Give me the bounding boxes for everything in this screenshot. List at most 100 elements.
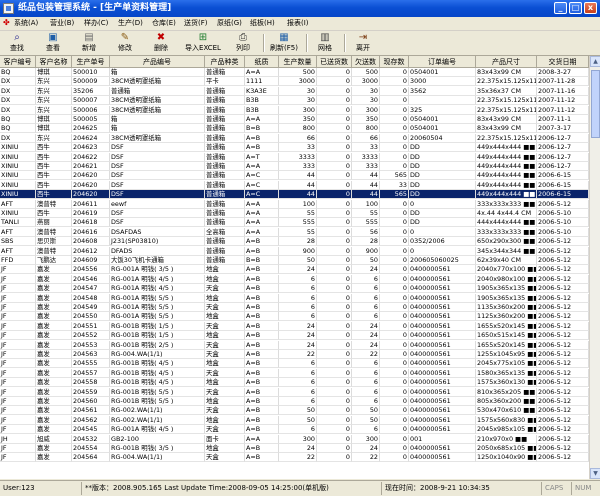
exit-button[interactable]: ⇥ 离开: [348, 32, 378, 54]
import-excel-button[interactable]: ⊞ 导入EXCEL: [182, 32, 224, 54]
vertical-scrollbar[interactable]: ▲ ▼: [589, 56, 600, 479]
edit-button[interactable]: ✎ 修改: [110, 32, 140, 54]
table-row[interactable]: DX 东兴 500007 38CM透明罩纸箱 普通箱 B3B 30 0 30 0 22.375x15…: [0, 96, 589, 106]
cell-produce-qty: 100: [279, 199, 317, 209]
table-row[interactable]: BQ 博琪 500005 箱普通箱 A=A 350 0 350 0 0504001 83x43x99…: [0, 115, 589, 124]
close-button[interactable]: x: [584, 2, 597, 14]
table-row[interactable]: XINIU 西牛 204622 DSF 普通箱 A=T 3333 0 3333 0 DD 449x44…: [0, 152, 589, 162]
column-header-delivered-qty[interactable]: 已送货数: [317, 56, 352, 68]
table-row[interactable]: JF 嘉发 204553 RG-001B 明钱( 2/5 ) 天盒 A=B 24 0 24 0 04…: [0, 340, 589, 350]
menu-cardboard[interactable]: 纸板(H): [250, 18, 275, 29]
cell-customer-name: 东兴: [36, 96, 72, 106]
table-row[interactable]: JF 嘉发 204555 RG-001B 明钱( 4/5 ) 地盒 A=B 6 0 6 0 0400…: [0, 359, 589, 369]
exit-button-label: 离开: [356, 44, 370, 52]
cell-paper-grade: A=B: [245, 359, 279, 369]
table-row[interactable]: JF 嘉发 204545 RG-001A 明钱( 4/5 ) 天盒 A=B 6 0 6 0 0400…: [0, 425, 589, 435]
table-row[interactable]: JF 嘉发 204548 RG-001A 明钱( 5/5 ) 地盒 A=B 6 0 6 0 0400…: [0, 293, 589, 303]
table-row[interactable]: SBS 思贝斯 204608 J231(SP03810) 普通箱 A=B 28 0 28 0 035…: [0, 237, 589, 247]
title-bar[interactable]: 纸品包装管理系统 - [生产单资料管理] _ □ x: [0, 0, 600, 17]
cell-order-no: 204546: [72, 274, 110, 284]
menu-sales[interactable]: 营业(B): [50, 18, 74, 29]
menu-delivery[interactable]: 送货(F): [184, 18, 208, 29]
maximize-button[interactable]: □: [569, 2, 582, 14]
table-row[interactable]: JH 旭威 204532 GB2-100 面卡 A=A 300 0 300 0 001 210x970…: [0, 434, 589, 444]
table-row[interactable]: JF 嘉发 204557 RG-001B 明钱( 4/5 ) 天盒 A=B 6 0 6 0 0400…: [0, 368, 589, 378]
table-row[interactable]: JF 嘉发 204562 RG-002.WA(1/1) 地盒 A=B 50 0 50 0 04000…: [0, 415, 589, 425]
column-header-owed-qty[interactable]: 欠送数: [352, 56, 380, 68]
cell-stock-qty: 0: [380, 256, 409, 265]
menu-production[interactable]: 生产(D): [118, 18, 143, 29]
minimize-button[interactable]: _: [554, 2, 567, 14]
column-header-product-type[interactable]: 产品种类: [205, 56, 245, 68]
table-row[interactable]: TANLI 燕丽 204618 DSF 普通箱 A=A 555 0 555 0 DD 444x444x…: [0, 218, 589, 228]
table-row[interactable]: XINIU 西牛 204623 DSF 普通箱 A=B 33 0 33 0 DD 449x444x44…: [0, 143, 589, 153]
column-header-produce-qty[interactable]: 生产数量: [279, 56, 317, 68]
menu-system[interactable]: 系统(A): [14, 18, 38, 29]
cell-delivery-date: 2006-5-12: [537, 284, 589, 294]
scroll-thumb[interactable]: [591, 70, 600, 138]
table-row[interactable]: AFT 澳普特 204616 DSAFDAS 全高箱 A=A 55 0 56 0 0 333x333x…: [0, 227, 589, 237]
production-order-table[interactable]: 客户编号 客户名称 生产单号 产品编号 产品种类 纸质 生产数量 已送货数 欠送数 现存数 订单编号…: [0, 56, 589, 479]
column-header-product-code[interactable]: 产品编号: [110, 56, 205, 68]
table-row[interactable]: DX 东兴 204624 38CM透明罩纸箱 普通箱 A=B 66 0 66 0 20060504 2…: [0, 133, 589, 143]
table-row[interactable]: JF 嘉发 204558 RG-001B 明钱( 4/5 ) 地盒 A=B 6 0 6 0 0400…: [0, 378, 589, 388]
find-button[interactable]: ⌕ 查找: [2, 32, 32, 54]
table-row[interactable]: XINIU 西牛 204619 DSF 普通箱 A=A 55 0 55 0 DD 4x.44 4x44…: [0, 209, 589, 218]
table-row[interactable]: JF 嘉发 204551 RG-001B 明钱( 1/5 ) 天盒 A=B 24 0 24 0 04…: [0, 321, 589, 331]
table-row[interactable]: AFT 澳普特 204612 DFADS 普通箱 A=B 900 0 900 0 0 345x344x…: [0, 246, 589, 256]
column-header-product-size[interactable]: 产品尺寸: [476, 56, 537, 68]
table-row[interactable]: DX 东兴 35206 普通箱 普通箱 K3A3E 30 0 30 0 3562 35x36x37 C…: [0, 86, 589, 96]
table-row[interactable]: XINIU 西牛 204620 DSF 普通箱 A=C 44 0 44 565 DD 449x444x…: [0, 171, 589, 181]
table-row[interactable]: JF 嘉发 204546 RG-001A 明钱( 4/5 ) 地盒 A=B 6 0 6 0 0400…: [0, 274, 589, 284]
table-row[interactable]: JF 嘉发 204563 RG-004.WA(1/1) 天盒 A=B 22 0 22 0 04000…: [0, 350, 589, 359]
column-header-customer-name[interactable]: 客户名称: [36, 56, 72, 68]
cell-customer-name: 西牛: [36, 143, 72, 153]
table-row[interactable]: DX 东兴 500006 38CM透明罩纸箱 普通箱 B3B 300 0 300 0 325 22.3…: [0, 105, 589, 115]
column-header-paper-grade[interactable]: 纸质: [245, 56, 279, 68]
table-row-selected[interactable]: XINIU 西牛 204620 DSF 普通箱 A=C 44 0 44 565 DD 449x444x…: [0, 190, 589, 200]
menu-reports[interactable]: 报表(I): [287, 18, 309, 29]
system-menu-icon[interactable]: ✤: [3, 19, 11, 27]
table-row[interactable]: BQ 博琪 204625 箱普通箱 B=B 800 0 800 0 0504001 83x43x99…: [0, 124, 589, 134]
delete-button[interactable]: ✖ 删除: [146, 32, 176, 54]
table-row[interactable]: JF 嘉发 204554 RG-001B 明钱( 3/5 ) 地盒 A=B 24 0 24 0 04…: [0, 444, 589, 453]
scroll-up-icon[interactable]: ▲: [590, 56, 600, 67]
menu-base-paper[interactable]: 原纸(G): [217, 18, 242, 29]
table-row[interactable]: JF 嘉发 204549 RG-001A 明钱( 5/5 ) 天盒 A=B 6 0 6 0 0400…: [0, 303, 589, 312]
table-row[interactable]: JF 嘉发 204547 RG-001A 明钱( 4/5 ) 天盒 A=B 6 0 6 0 0400…: [0, 284, 589, 294]
cell-product-code: RG-004.WA(1/1): [110, 453, 205, 463]
column-header-order-no[interactable]: 生产单号: [72, 56, 110, 68]
column-header-delivery-date[interactable]: 交货日期: [537, 56, 589, 68]
table-row[interactable]: JF 嘉发 204556 RG-001A 明钱( 3/5 ) 地盒 A=B 24 0 24 0 04…: [0, 265, 589, 275]
add-button[interactable]: ▤ 新增: [74, 32, 104, 54]
table-row[interactable]: JF 嘉发 204552 RG-001B 明钱( 1/5 ) 地盒 A=B 24 0 24 0 04…: [0, 331, 589, 341]
table-row[interactable]: DX 东兴 500009 38CM透明罩纸箱 平卡 1111 3000 0 3000 0 3000 2…: [0, 77, 589, 87]
menu-warehouse[interactable]: 仓库(E): [152, 18, 176, 29]
table-row[interactable]: FFD 飞鹏达 204609 大饭30飞机卡通箱 普通箱 B=B 50 0 50 0 2006050…: [0, 256, 589, 265]
table-row[interactable]: AFT 澳普特 204611 eewf 普通箱 A=A 100 0 100 0 0 333x333x3…: [0, 199, 589, 209]
cell-produce-qty: 24: [279, 265, 317, 275]
column-header-stock-qty[interactable]: 现存数: [380, 56, 409, 68]
cell-product-type: 地盒: [205, 331, 245, 341]
grid-button[interactable]: ▥ 网格: [310, 32, 340, 54]
scroll-down-icon[interactable]: ▼: [590, 468, 600, 479]
table-row[interactable]: JF 嘉发 204550 RG-001A 明钱( 5/5 ) 地盒 A=B 6 0 6 0 0400…: [0, 312, 589, 322]
refresh-button[interactable]: ▦ 刷新(F5): [266, 32, 302, 54]
table-row[interactable]: XINIU 西牛 204621 DSF 普通箱 A=A 333 0 333 0 DD 449x444x…: [0, 162, 589, 171]
cell-paper-grade: A=A: [245, 218, 279, 228]
menu-sample[interactable]: 样办(C): [84, 18, 108, 29]
cell-customer-name: 嘉发: [36, 312, 72, 322]
cell-customer-name: 嘉发: [36, 303, 72, 312]
table-row[interactable]: JF 嘉发 204561 RG-002.WA(1/1) 天盒 A=B 50 0 50 0 04000…: [0, 406, 589, 416]
view-button[interactable]: ▣ 查看: [38, 32, 68, 54]
table-row[interactable]: JF 嘉发 204564 RG-004.WA(1/1) 天盒 A=B 22 0 22 0 04000…: [0, 453, 589, 463]
print-button[interactable]: ⎙ 列印: [228, 32, 258, 54]
cell-delivery-date: 2006-5-12: [537, 444, 589, 453]
column-header-customer-code[interactable]: 客户编号: [0, 56, 36, 68]
table-row[interactable]: BQ 博琪 500010 箱普通箱 A=A 500 0 500 0 0504001 83x43x99…: [0, 68, 589, 77]
column-header-po-number[interactable]: 订单编号: [409, 56, 476, 68]
cell-product-code: RG-001B 明钱( 1/5 ): [110, 321, 205, 331]
table-row[interactable]: JF 嘉发 204560 RG-001B 明钱( 5/5 ) 地盒 A=B 6 0 6 0 0400…: [0, 397, 589, 406]
table-row[interactable]: JF 嘉发 204559 RG-001B 明钱( 5/5 ) 天盒 A=B 6 0 6 0 0400…: [0, 387, 589, 397]
table-row[interactable]: XINIU 西牛 204620 DSF 普通箱 A=C 44 0 44 33 DD 449x444x4…: [0, 180, 589, 190]
